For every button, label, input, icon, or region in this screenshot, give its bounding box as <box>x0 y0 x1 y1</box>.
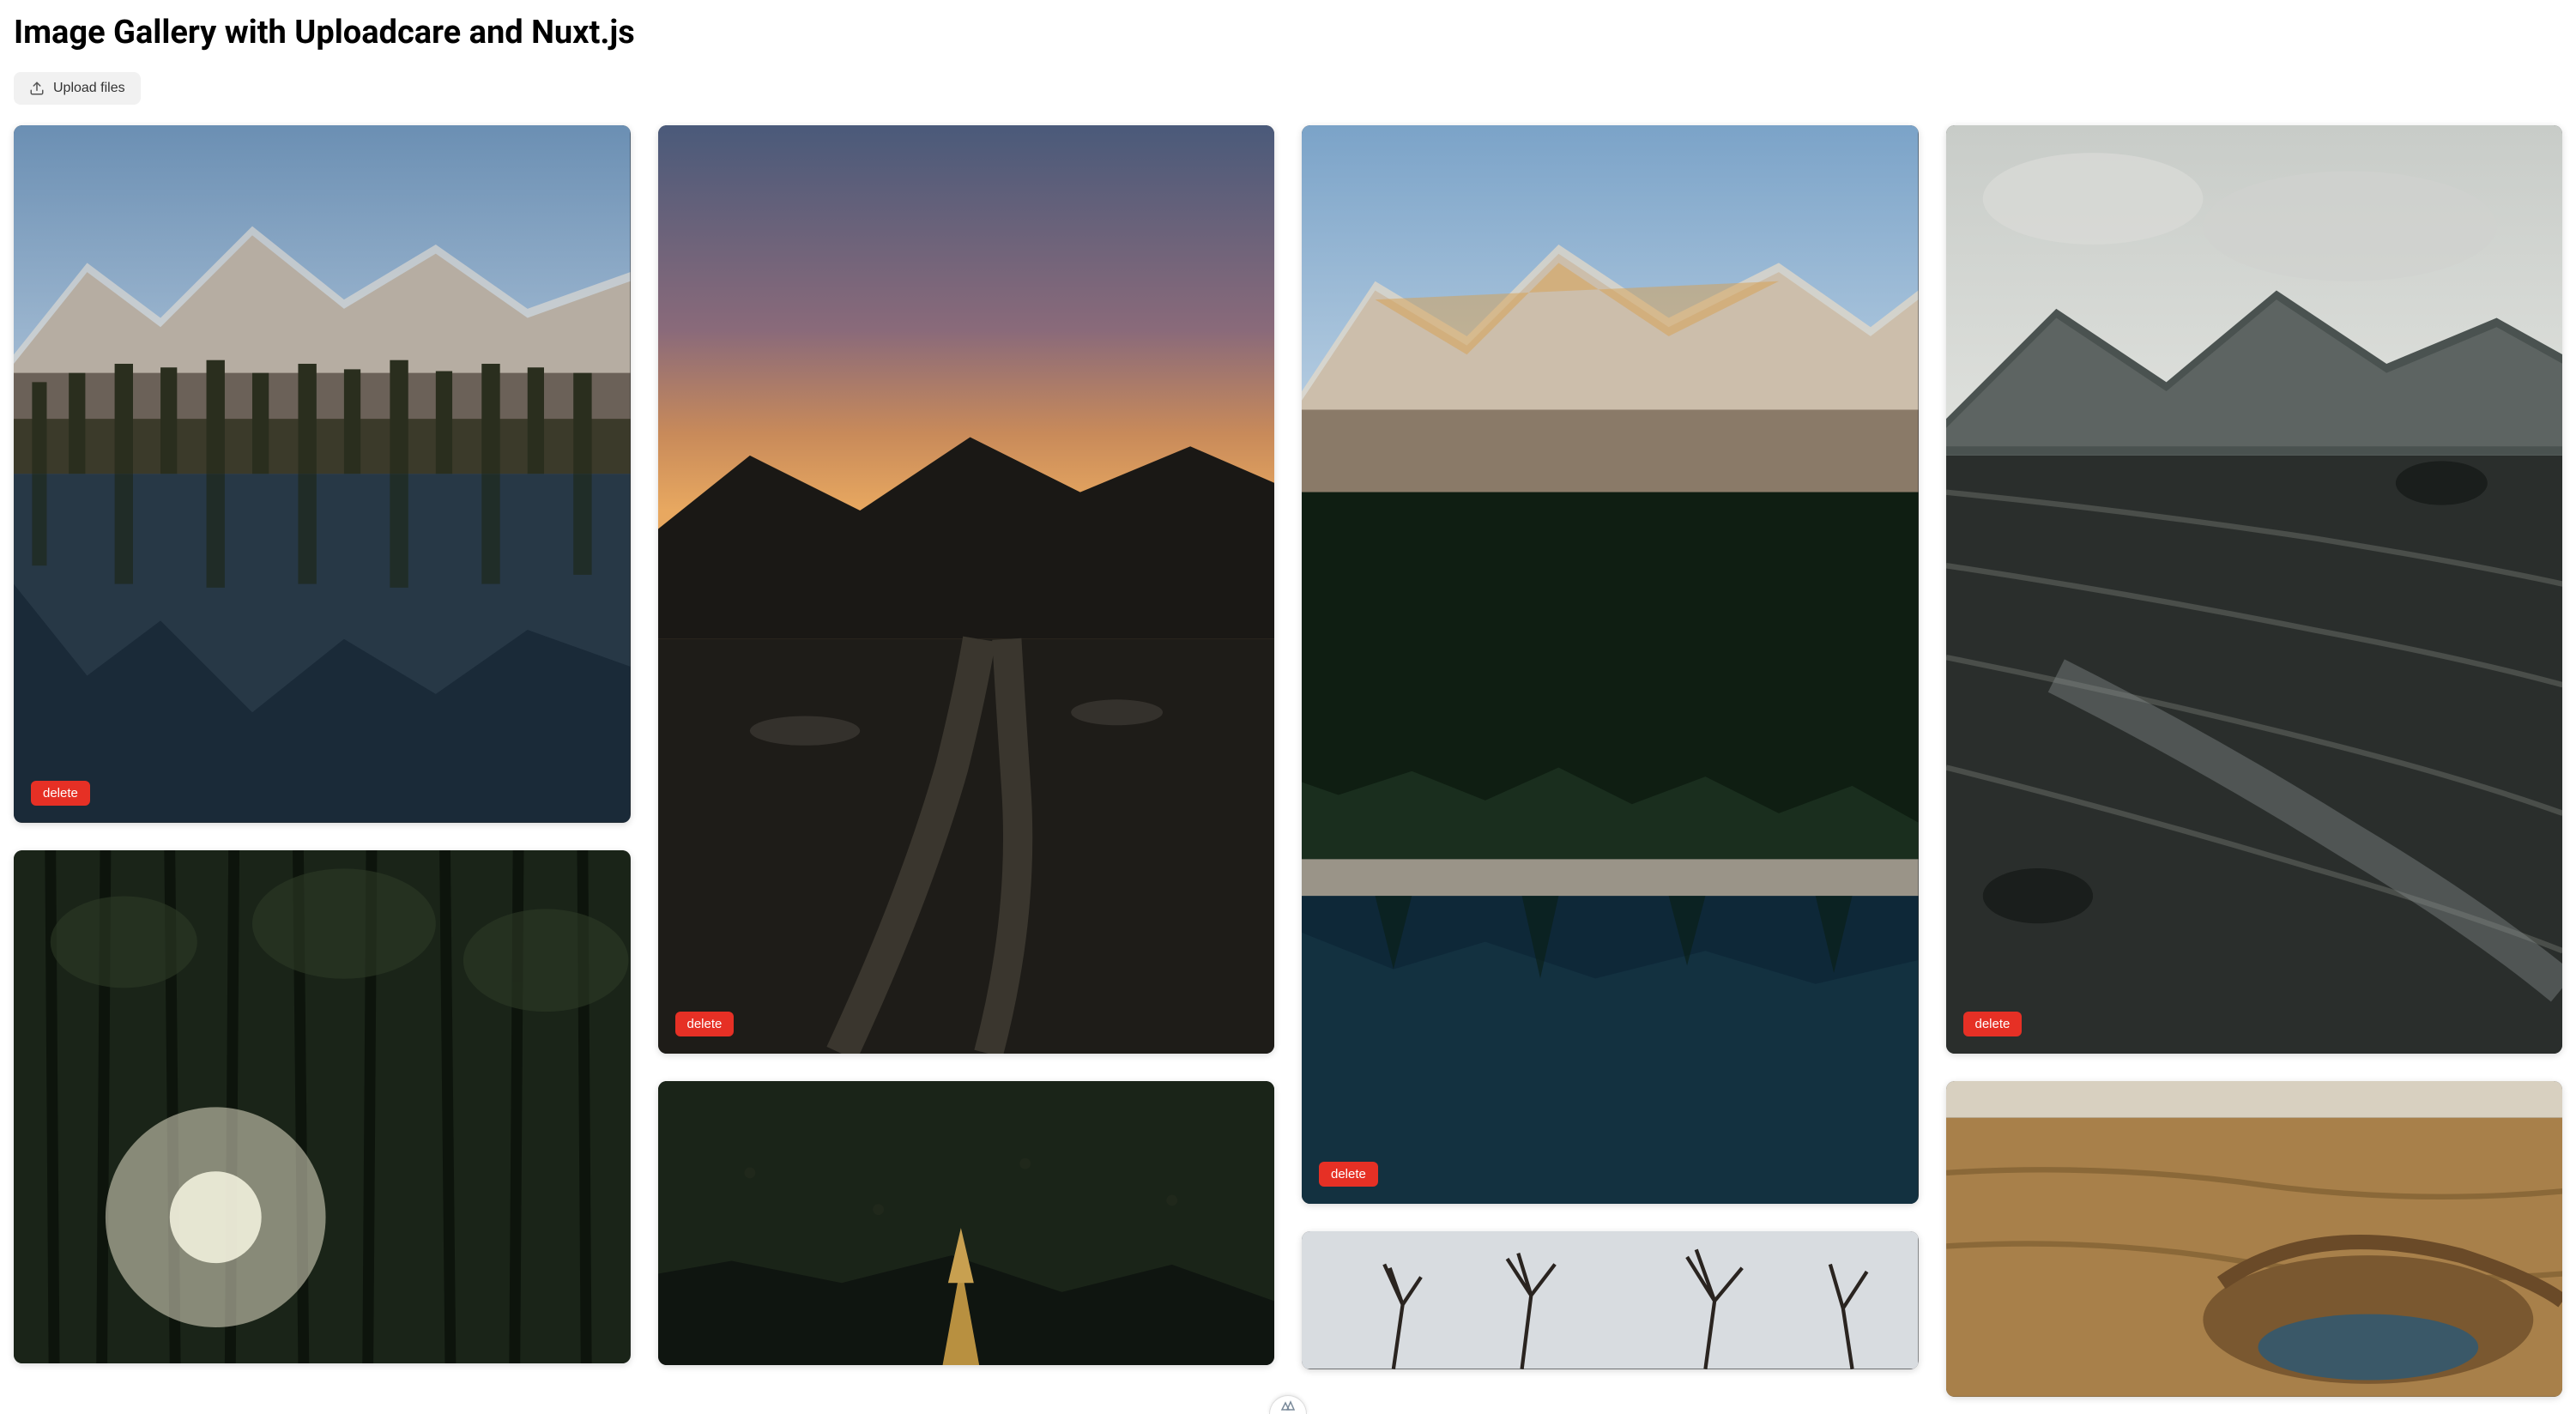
gallery-column: delete <box>1946 125 2563 1397</box>
gallery-image <box>1302 1231 1919 1369</box>
delete-button[interactable]: delete <box>1319 1162 1378 1187</box>
image-card <box>1946 1081 2563 1397</box>
upload-button-label: Upload files <box>53 81 125 96</box>
image-gallery: delete <box>14 125 2562 1397</box>
gallery-image <box>658 125 1275 1054</box>
gallery-image <box>1946 1081 2563 1397</box>
upload-files-button[interactable]: Upload files <box>14 72 141 105</box>
image-card <box>1302 1231 1919 1369</box>
image-card: delete <box>1302 125 1919 1204</box>
delete-button[interactable]: delete <box>31 781 90 806</box>
image-card <box>658 1081 1275 1365</box>
gallery-image <box>1946 125 2563 1054</box>
gallery-image <box>1302 125 1919 1204</box>
image-card: delete <box>1946 125 2563 1054</box>
gallery-image <box>14 125 631 823</box>
upload-icon <box>29 81 45 96</box>
delete-button[interactable]: delete <box>675 1012 735 1036</box>
image-card: delete <box>14 125 631 823</box>
gallery-column: delete <box>14 125 631 1363</box>
image-card <box>14 850 631 1364</box>
gallery-image <box>14 850 631 1364</box>
image-card: delete <box>658 125 1275 1054</box>
gallery-image <box>658 1081 1275 1365</box>
nuxt-devtools-badge[interactable] <box>1269 1395 1307 1414</box>
gallery-column: delete <box>658 125 1275 1365</box>
gallery-column: delete <box>1302 125 1919 1369</box>
nuxt-icon <box>1279 1400 1297 1411</box>
delete-button[interactable]: delete <box>1963 1012 2023 1036</box>
page-title: Image Gallery with Uploadcare and Nuxt.j… <box>14 14 2562 51</box>
